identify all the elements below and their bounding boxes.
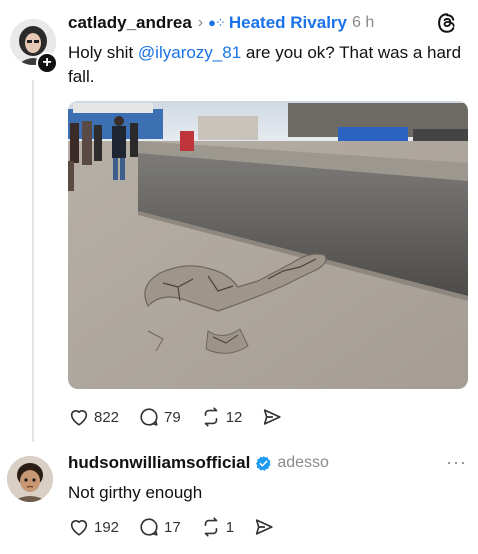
like-count: 822 xyxy=(94,408,120,426)
post-actions: 822 79 12 xyxy=(68,406,306,428)
timestamp: 6 h xyxy=(352,14,375,31)
heart-icon xyxy=(70,410,88,426)
chevron-right-icon: › xyxy=(197,14,204,31)
post-text: Not girthy enough xyxy=(68,483,203,502)
post-header: hudsonwilliamsofficial adesso xyxy=(68,452,329,474)
post-image[interactable] xyxy=(68,101,468,389)
share-button[interactable] xyxy=(261,406,287,428)
community-link[interactable]: Heated Rivalry xyxy=(229,13,347,33)
username[interactable]: catlady_andrea xyxy=(68,13,192,33)
thread-connector-line xyxy=(32,80,34,442)
verified-badge-icon xyxy=(256,455,271,471)
comment-icon xyxy=(140,518,158,536)
reply-count: 79 xyxy=(164,408,181,426)
repost-icon xyxy=(204,517,218,537)
reply-count: 17 xyxy=(164,518,181,536)
repost-button[interactable]: 1 xyxy=(200,516,234,538)
send-icon xyxy=(255,519,273,535)
reply-button[interactable]: 79 xyxy=(138,406,181,428)
share-button[interactable] xyxy=(253,516,279,538)
comment-icon xyxy=(140,408,158,426)
post-header: catlady_andrea › ●⁘ Heated Rivalry 6 h xyxy=(68,12,374,34)
handle: adesso xyxy=(277,454,329,471)
like-count: 192 xyxy=(94,518,120,536)
post-actions: 192 17 1 xyxy=(68,516,298,538)
avatar[interactable] xyxy=(7,456,53,502)
like-button[interactable]: 822 xyxy=(68,406,119,428)
heart-icon xyxy=(70,520,88,536)
reply-button[interactable]: 17 xyxy=(138,516,181,538)
repost-icon xyxy=(204,407,218,427)
repost-count: 12 xyxy=(225,408,243,426)
post-text-part: Holy shit xyxy=(68,43,138,62)
like-button[interactable]: 192 xyxy=(68,516,119,538)
username[interactable]: hudsonwilliamsofficial xyxy=(68,453,250,473)
repost-count: 1 xyxy=(225,518,235,536)
thread-post: + catlady_andrea › ●⁘ Heated Rivalry 6 h… xyxy=(0,0,478,442)
send-icon xyxy=(264,409,282,425)
follow-plus-icon[interactable]: + xyxy=(36,52,58,74)
community-dots-icon: ●⁘ xyxy=(208,15,226,30)
post-text: Holy shit @ilyarozy_81 are you ok? That … xyxy=(68,41,463,89)
threads-logo-icon[interactable] xyxy=(436,12,458,34)
more-options-icon[interactable]: ··· xyxy=(446,452,467,473)
repost-button[interactable]: 12 xyxy=(200,406,243,428)
mention-link[interactable]: @ilyarozy_81 xyxy=(138,43,241,62)
